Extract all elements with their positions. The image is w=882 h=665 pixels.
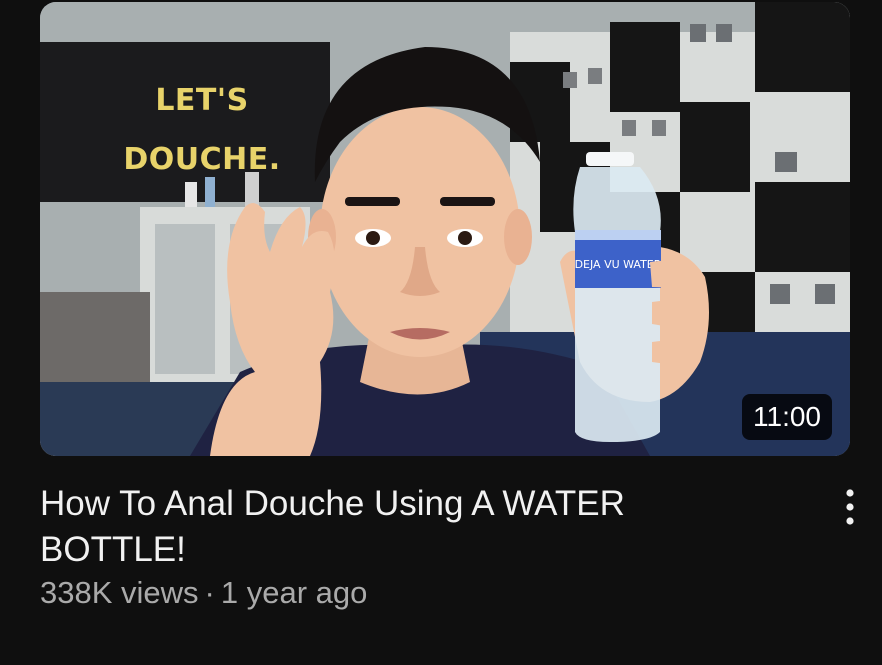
video-metadata: 338K views · 1 year ago [40,573,367,613]
upload-age: 1 year ago [220,575,368,610]
meta-separator: · [204,575,215,610]
video-card[interactable]: DEJA VU WATER LET'S DOUCHE. 11:00 How To… [0,0,882,665]
bottle-label: DEJA VU WATER [575,258,662,271]
video-thumbnail[interactable]: DEJA VU WATER LET'S DOUCHE. 11:00 [40,2,850,456]
view-count: 338K views [40,575,199,610]
duration-badge: 11:00 [742,394,832,440]
thumbnail-caption: LET'S DOUCHE. [123,83,281,177]
more-vertical-icon [846,489,854,525]
more-options-button[interactable] [828,487,872,527]
thumbnail-image: DEJA VU WATER [40,2,850,456]
video-title[interactable]: How To Anal Douche Using A WATER BOTTLE! [40,481,760,573]
